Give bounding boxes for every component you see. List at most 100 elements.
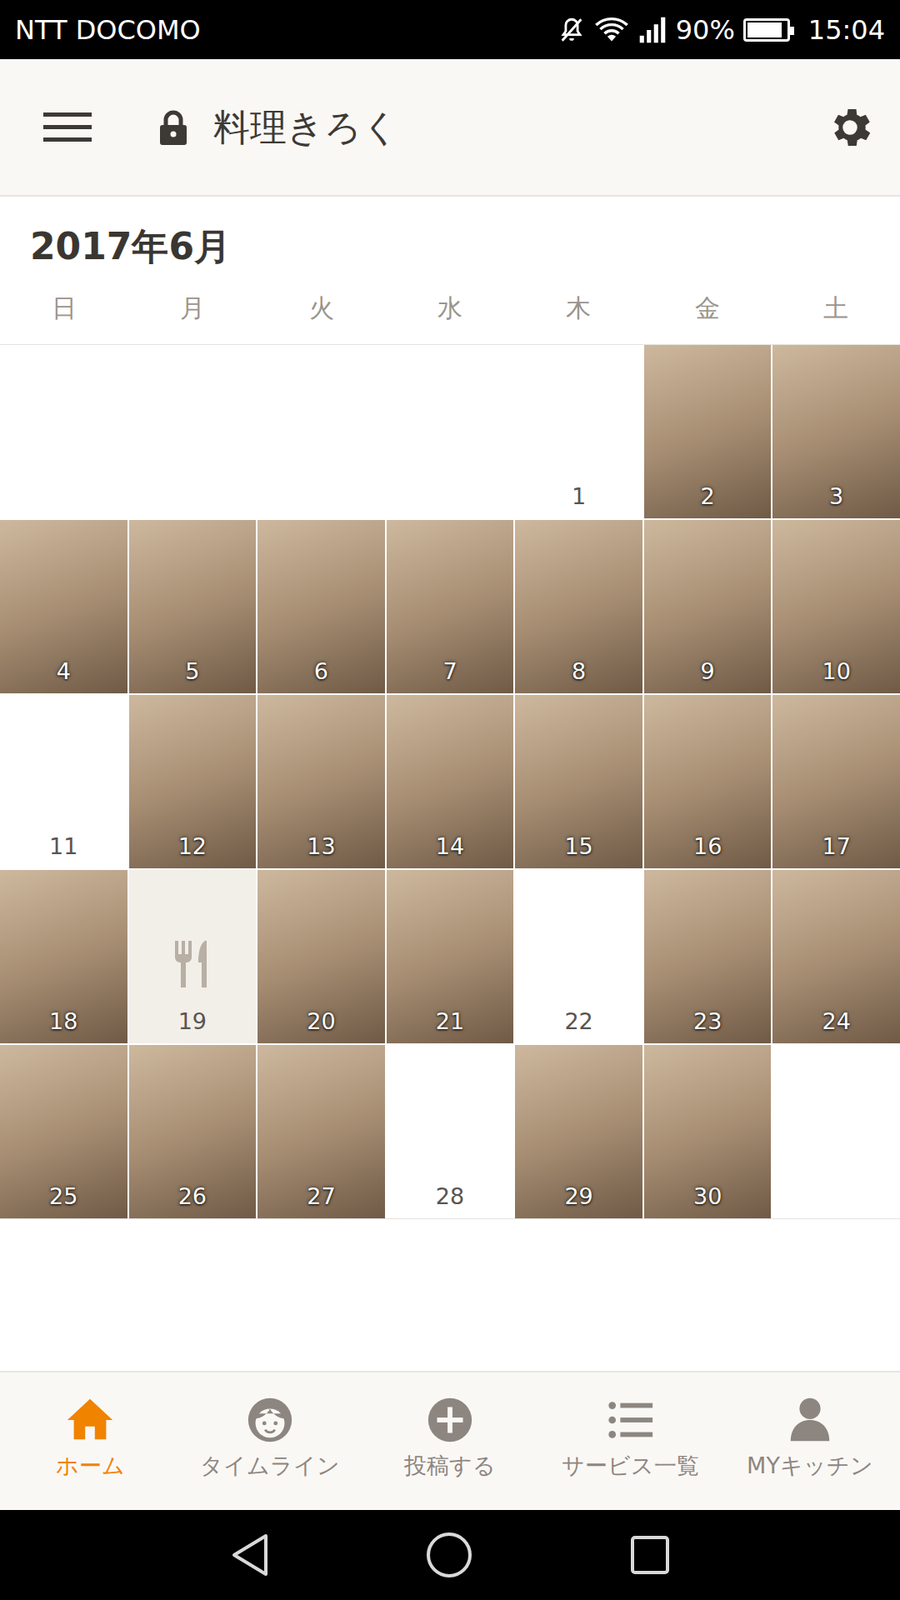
calendar-day[interactable]: 30 bbox=[644, 1045, 772, 1219]
nav-label: 投稿する bbox=[404, 1452, 496, 1480]
day-number: 14 bbox=[435, 833, 465, 860]
home-circle-icon[interactable] bbox=[425, 1530, 474, 1580]
nav-item[interactable]: サービス一覧 bbox=[540, 1372, 720, 1510]
day-number: 17 bbox=[822, 833, 851, 860]
home-icon bbox=[64, 1394, 116, 1446]
calendar-day[interactable]: 1 bbox=[515, 345, 643, 519]
month-title: 2017年6月 bbox=[30, 225, 870, 270]
calendar-day[interactable]: 8 bbox=[515, 520, 643, 694]
calendar-day[interactable]: 14 bbox=[386, 695, 515, 869]
calendar-blank bbox=[386, 345, 515, 519]
calendar-day[interactable]: 6 bbox=[257, 520, 385, 694]
calendar-day[interactable]: 7 bbox=[386, 520, 515, 694]
calendar-blank bbox=[129, 345, 257, 519]
calendar-day[interactable]: 3 bbox=[772, 345, 900, 519]
calendar-day[interactable]: 16 bbox=[644, 695, 772, 869]
battery-icon bbox=[743, 18, 790, 42]
day-number: 19 bbox=[178, 1008, 207, 1035]
calendar-day[interactable]: 28 bbox=[386, 1045, 515, 1219]
calendar-day[interactable]: 23 bbox=[644, 870, 772, 1044]
calendar-blank bbox=[0, 345, 128, 519]
calendar-day[interactable]: 17 bbox=[772, 695, 900, 869]
gear-icon[interactable] bbox=[825, 102, 875, 153]
calendar-day[interactable]: 13 bbox=[257, 695, 385, 869]
calendar-day[interactable]: 15 bbox=[515, 695, 643, 869]
back-triangle-icon[interactable] bbox=[229, 1532, 271, 1578]
day-number: 8 bbox=[571, 658, 586, 685]
day-number: 10 bbox=[822, 658, 851, 685]
calendar-grid: 1234567891011121314151617181920212223242… bbox=[0, 345, 900, 1220]
fork-knife-icon bbox=[173, 940, 212, 988]
calendar-day[interactable]: 21 bbox=[386, 870, 515, 1044]
day-number: 1 bbox=[571, 483, 586, 510]
signal-icon bbox=[637, 15, 668, 45]
person-icon bbox=[784, 1394, 836, 1446]
calendar-day[interactable]: 10 bbox=[772, 520, 900, 694]
day-number: 15 bbox=[564, 833, 593, 860]
nav-item[interactable]: ホーム bbox=[0, 1372, 180, 1510]
battery-fill bbox=[747, 22, 782, 38]
calendar-day[interactable]: 25 bbox=[0, 1045, 128, 1219]
day-number: 27 bbox=[306, 1183, 335, 1210]
calendar-day[interactable]: 9 bbox=[644, 520, 772, 694]
nav-item[interactable]: MYキッチン bbox=[720, 1372, 900, 1510]
day-number: 26 bbox=[178, 1183, 207, 1210]
hamburger-menu-icon[interactable] bbox=[43, 110, 92, 145]
battery-text: 90% bbox=[675, 10, 735, 50]
weekday-label: 木 bbox=[514, 289, 643, 327]
day-number: 21 bbox=[435, 1008, 465, 1035]
calendar-day[interactable]: 18 bbox=[0, 870, 128, 1044]
day-number: 23 bbox=[693, 1008, 722, 1035]
day-number: 16 bbox=[693, 833, 722, 860]
mute-icon bbox=[557, 15, 586, 45]
nav-item[interactable]: 投稿する bbox=[360, 1372, 540, 1510]
weekday-label: 火 bbox=[257, 289, 386, 327]
month-header: 2017年6月 bbox=[0, 196, 900, 271]
weekday-label: 水 bbox=[385, 289, 515, 327]
day-number: 3 bbox=[829, 483, 844, 510]
calendar-day[interactable]: 29 bbox=[515, 1045, 643, 1219]
calendar-day[interactable]: 24 bbox=[772, 870, 900, 1044]
calendar-day[interactable]: 4 bbox=[0, 520, 128, 694]
calendar-day[interactable]: 2 bbox=[644, 345, 772, 519]
day-number: 6 bbox=[314, 658, 329, 685]
day-number: 20 bbox=[306, 1008, 335, 1035]
day-number: 9 bbox=[700, 658, 715, 685]
calendar-blank bbox=[257, 345, 385, 519]
day-number: 24 bbox=[822, 1008, 851, 1035]
calendar-day[interactable]: 11 bbox=[0, 695, 128, 869]
nav-item[interactable]: タイムライン bbox=[180, 1372, 360, 1510]
recents-square-icon[interactable] bbox=[629, 1534, 671, 1576]
nav-label: ホーム bbox=[55, 1452, 125, 1480]
clock-text: 15:04 bbox=[808, 10, 885, 50]
day-number: 12 bbox=[178, 833, 207, 860]
list-icon bbox=[604, 1394, 656, 1446]
calendar-day[interactable]: 27 bbox=[257, 1045, 385, 1219]
day-number: 18 bbox=[49, 1008, 78, 1035]
calendar-day[interactable]: 12 bbox=[129, 695, 257, 869]
day-number: 5 bbox=[185, 658, 200, 685]
calendar-day[interactable]: 20 bbox=[257, 870, 385, 1044]
app-header: 料理きろく bbox=[0, 59, 900, 197]
calendar-day[interactable]: 26 bbox=[129, 1045, 257, 1219]
calendar-day[interactable]: 19 bbox=[129, 870, 257, 1044]
day-number: 28 bbox=[435, 1183, 465, 1210]
weekday-label: 月 bbox=[128, 289, 257, 327]
weekday-label: 日 bbox=[0, 289, 129, 327]
wifi-icon bbox=[594, 15, 630, 45]
system-nav-bar bbox=[0, 1510, 900, 1600]
calendar-day[interactable]: 5 bbox=[129, 520, 257, 694]
day-number: 22 bbox=[564, 1008, 593, 1035]
calendar-blank bbox=[772, 1045, 900, 1219]
face-icon bbox=[244, 1394, 296, 1446]
status-bar: NTT DOCOMO90%15:04 bbox=[0, 0, 900, 60]
calendar-day[interactable]: 22 bbox=[515, 870, 643, 1044]
page-title: 料理きろく bbox=[213, 100, 400, 155]
nav-label: サービス一覧 bbox=[561, 1452, 700, 1480]
day-number: 2 bbox=[700, 483, 715, 510]
day-number: 11 bbox=[49, 833, 78, 860]
bottom-nav: ホーム タイムライン 投稿する サービス一覧 MYキッチン bbox=[0, 1370, 900, 1510]
nav-label: タイムライン bbox=[200, 1452, 340, 1480]
day-number: 4 bbox=[56, 658, 71, 685]
plus-circle-icon bbox=[424, 1394, 476, 1446]
